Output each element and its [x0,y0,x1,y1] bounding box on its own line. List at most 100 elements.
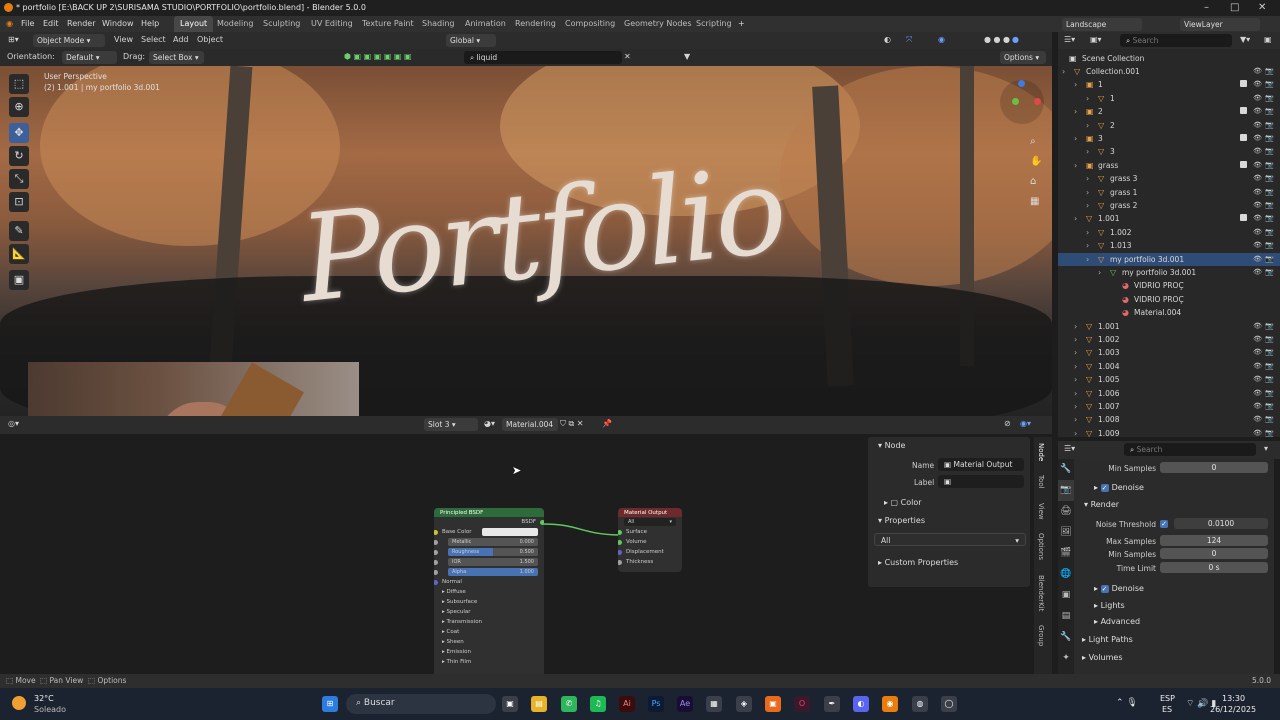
exclude-checkbox[interactable] [1240,214,1247,222]
bsdf-row-ior[interactable]: IOR 1.500 [434,557,544,567]
whatsapp-icon[interactable]: ✆ [561,696,577,712]
expand-chevron-icon[interactable]: › [1086,228,1089,237]
render-visibility-icon[interactable]: 📷 [1265,67,1274,75]
surface-socket[interactable] [618,530,622,535]
weather-temp[interactable]: 32°C [34,694,54,703]
visibility-eye-icon[interactable]: 👁 [1253,228,1262,236]
annotate-tool-icon[interactable]: ✎ [9,221,29,241]
tab-animation[interactable]: Animation [459,16,512,32]
close-icon[interactable]: ✕ [1258,2,1266,13]
tab-modeling[interactable]: Modeling [211,16,259,32]
shading-rendered-icon[interactable]: ● [1012,35,1019,44]
bsdf-section-coat[interactable]: ▸ Coat [434,627,544,637]
outliner-row[interactable]: › ▽ grass 1 👁 📷 [1058,186,1280,199]
visibility-eye-icon[interactable]: 👁 [1253,389,1262,397]
node-overlay-toggle-icon[interactable]: ◉▾ [1020,419,1031,428]
outliner-row[interactable]: › ▽ 1.002 👁 📷 [1058,226,1280,239]
viewport-nav-buttons[interactable]: ⌕ ✋ ⌂ ▦ [1030,132,1042,212]
outliner-row[interactable]: › ▽ 1.008 👁 📷 [1058,413,1280,426]
denoise-checkbox-2[interactable]: ✓ [1100,584,1109,593]
bsdf-section-subsurface[interactable]: ▸ Subsurface [434,597,544,607]
outliner-row[interactable]: › ▽ 1.003 👁 📷 [1058,346,1280,359]
visibility-eye-icon[interactable]: 👁 [1253,121,1262,129]
visibility-eye-icon[interactable]: 👁 [1253,80,1262,88]
expand-chevron-icon[interactable]: › [1074,107,1077,116]
collection-tab-icon[interactable]: ▣ [1058,585,1074,606]
metallic-socket[interactable] [434,540,438,545]
opera-icon[interactable]: O [794,696,810,712]
outliner-row[interactable]: › ▽ 1.001 👁 📷 [1058,212,1280,225]
bsdf-section-normal[interactable]: Normal [434,577,544,587]
expand-chevron-icon[interactable]: › [1074,348,1077,357]
render-visibility-icon[interactable]: 📷 [1265,94,1274,102]
exclude-checkbox[interactable] [1240,107,1247,115]
render-tab-icon[interactable]: 📷 [1058,480,1074,501]
outliner-row[interactable]: › ▽ my portfolio 3d.001 👁 📷 [1058,266,1280,279]
bsdf-row-metallic[interactable]: Metallic 0.000 [434,537,544,547]
visibility-eye-icon[interactable]: 👁 [1253,174,1262,182]
cursor-tool-icon[interactable]: ⊕ [9,97,29,117]
scene-tab-icon[interactable]: 🎬 [1058,543,1074,564]
bsdf-row-roughness[interactable]: Roughness 0.500 [434,547,544,557]
visibility-eye-icon[interactable]: 👁 [1253,161,1262,169]
add-workspace-icon[interactable]: + [738,19,745,28]
render-visibility-icon[interactable]: 📷 [1265,228,1274,236]
outliner-editor-type-icon[interactable]: ☰▾ [1064,35,1075,44]
material-name-field[interactable]: Material.004 [502,418,558,431]
pin-icon[interactable]: 📌 [602,419,612,428]
exclude-checkbox[interactable] [1240,134,1247,141]
output-target-dropdown[interactable]: All ▾ [624,518,676,526]
taskbar-search-input[interactable]: ⌕ Buscar [346,694,496,714]
menu-view[interactable]: View [114,35,133,44]
keyboard-lang[interactable]: ESP [1160,694,1175,703]
expand-chevron-icon[interactable]: › [1086,147,1089,156]
bsdf-output-socket[interactable] [540,520,544,525]
transform-orientation-dropdown[interactable]: Global ▾ [446,34,496,47]
bsdf-section-sheen[interactable]: ▸ Sheen [434,637,544,647]
visibility-eye-icon[interactable]: 👁 [1253,214,1262,222]
outliner-search-input[interactable]: ⌕ Search [1120,34,1232,47]
tab-layout[interactable]: Layout [174,16,214,32]
bsdf-section-specular[interactable]: ▸ Specular [434,607,544,617]
normal-socket[interactable] [434,580,438,585]
render-visibility-icon[interactable]: 📷 [1265,268,1274,276]
roughness-field[interactable]: Roughness 0.500 [448,548,538,556]
min-samples-top-field[interactable]: 0 [1160,462,1268,473]
discord-icon[interactable]: ◐ [853,696,869,712]
snap-icon[interactable]: ⬢ ▣ ▣ ▣ ▣ ▣ ▣ [344,52,412,61]
outliner-row[interactable]: › ▽ 2 👁 📷 [1058,119,1280,132]
slot-dropdown[interactable]: Slot 3 ▾ [424,418,478,431]
node-editor-type-icon[interactable]: ◎▾ [8,419,19,428]
base-color-socket[interactable] [434,530,438,535]
exclude-checkbox[interactable] [1240,80,1247,88]
tab-group[interactable]: Group [1037,625,1045,646]
new-collection-icon[interactable]: ▣ [1264,35,1272,44]
light-paths-section[interactable]: ▸ Light Paths [1082,635,1133,644]
add-cube-tool-icon[interactable]: ▣ [9,270,29,290]
after-effects-icon[interactable]: Ae [677,696,693,712]
weather-sun-icon[interactable] [12,696,26,710]
material-browse-icon[interactable]: ◕▾ [484,419,495,428]
tab-node[interactable]: Node [1037,443,1045,461]
max-samples-field[interactable]: 124 [1160,535,1268,546]
properties-target-dropdown[interactable]: All ▾ [874,533,1026,546]
output-target-row[interactable]: All ▾ [618,517,682,527]
mode-dropdown[interactable]: Object Mode ▾ [33,34,105,47]
custom-properties-header[interactable]: ▸ Custom Properties [868,555,1030,571]
properties-editor-type-icon[interactable]: ☰▾ [1064,444,1075,453]
volumes-section[interactable]: ▸ Volumes [1082,653,1122,662]
volume-socket[interactable] [618,540,622,545]
render-visibility-icon[interactable]: 📷 [1265,389,1274,397]
tab-view[interactable]: View [1037,503,1045,520]
tab-rendering[interactable]: Rendering [509,16,562,32]
visibility-eye-icon[interactable]: 👁 [1253,94,1262,102]
menu-object[interactable]: Object [197,35,223,44]
node-name-field[interactable]: ▣ Material Output [938,458,1024,471]
bsdf-section-thin-film[interactable]: ▸ Thin Film [434,657,544,667]
file-explorer-icon[interactable]: ▤ [531,696,547,712]
displacement-socket[interactable] [618,550,622,555]
blender-taskbar-icon[interactable]: ◉ [882,696,898,712]
menu-add[interactable]: Add [173,35,189,44]
time-limit-field[interactable]: 0 s [1160,562,1268,573]
render-visibility-icon[interactable]: 📷 [1265,415,1274,423]
